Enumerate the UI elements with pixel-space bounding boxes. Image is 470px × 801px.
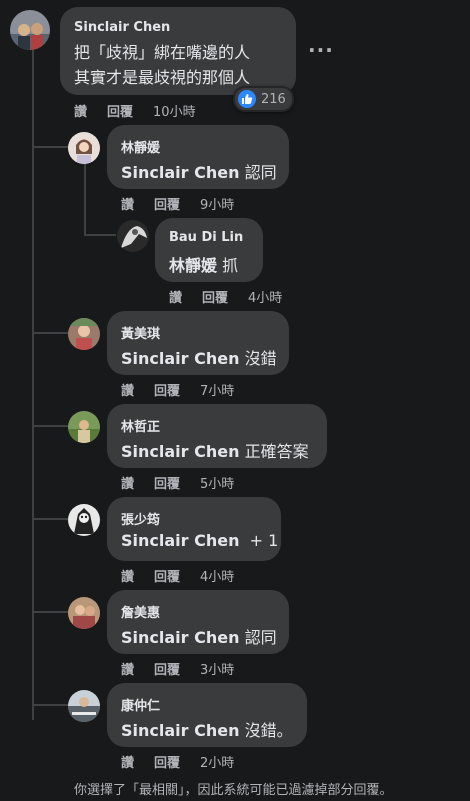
thread-connector: [32, 611, 68, 613]
reply-button[interactable]: 回覆: [154, 477, 180, 492]
reply-actions: 讚 回覆 2小時: [121, 752, 254, 771]
mention-tag[interactable]: 林靜媛: [169, 256, 217, 275]
thread-connector: [32, 704, 68, 706]
thread-line-main: [32, 50, 34, 720]
mention-tag[interactable]: Sinclair Chen: [121, 349, 239, 368]
reply-actions: 讚 回覆 3小時: [121, 659, 254, 678]
avatar[interactable]: [68, 504, 100, 536]
thread-connector-nested: [84, 234, 116, 236]
thread-connector: [32, 146, 68, 148]
thread-line-nested: [84, 164, 86, 236]
reply-text: Sinclair Chen 正確答案: [121, 438, 309, 462]
timestamp[interactable]: 7小時: [200, 384, 234, 399]
mention-tag[interactable]: Sinclair Chen: [121, 721, 239, 740]
avatar[interactable]: [68, 318, 100, 350]
reply-body: 沒錯。: [239, 721, 293, 740]
like-reaction-icon: [238, 90, 256, 108]
reply-button[interactable]: 回覆: [154, 570, 180, 585]
avatar[interactable]: [68, 411, 100, 443]
thread-connector: [32, 518, 68, 520]
reply-author[interactable]: 黃美琪: [121, 323, 160, 342]
reply-body: 正確答案: [239, 442, 309, 461]
reply-actions: 讚 回覆 9小時: [121, 194, 254, 213]
like-button[interactable]: 讚: [121, 663, 134, 678]
timestamp[interactable]: 10小時: [153, 105, 196, 120]
thread-connector: [32, 332, 68, 334]
mention-tag[interactable]: Sinclair Chen: [121, 442, 239, 461]
reply-text: Sinclair Chen 認同: [121, 159, 277, 183]
reply-button[interactable]: 回覆: [154, 198, 180, 213]
reply-text: Sinclair Chen 認同: [121, 624, 277, 648]
reaction-count-badge[interactable]: 216: [233, 86, 294, 112]
reply-button[interactable]: 回覆: [154, 756, 180, 771]
reply-author[interactable]: 詹美惠: [121, 602, 160, 621]
avatar[interactable]: [68, 132, 100, 164]
timestamp[interactable]: 4小時: [200, 570, 234, 585]
reply-actions: 讚 回覆 7小時: [121, 380, 254, 399]
timestamp[interactable]: 2小時: [200, 756, 234, 771]
reply-button[interactable]: 回覆: [154, 663, 180, 678]
reply-body: + 1: [239, 531, 279, 550]
thread-connector: [32, 425, 68, 427]
like-button[interactable]: 讚: [121, 198, 134, 213]
reply-actions: 讚 回覆 5小時: [121, 473, 254, 492]
reply-author[interactable]: 康仲仁: [121, 695, 160, 714]
reply-actions: 讚 回覆 4小時: [169, 287, 302, 306]
reply-button[interactable]: 回覆: [107, 105, 133, 120]
reply-text: Sinclair Chen 沒錯。: [121, 717, 293, 741]
reply-text: Sinclair Chen + 1: [121, 531, 278, 550]
like-button[interactable]: 讚: [121, 570, 134, 585]
reply-body: 抓: [217, 256, 239, 275]
reply-author[interactable]: 張少筠: [121, 509, 160, 528]
reply-author[interactable]: Bau Di Lin: [169, 230, 243, 245]
comment-text-line2: 其實才是最歧視的那個人: [74, 68, 251, 87]
reply-author[interactable]: 林哲正: [121, 416, 160, 435]
comment-author[interactable]: Sinclair Chen: [74, 20, 170, 35]
mention-tag[interactable]: Sinclair Chen: [121, 628, 239, 647]
like-button[interactable]: 讚: [121, 477, 134, 492]
reply-button[interactable]: 回覆: [154, 384, 180, 399]
comment-actions: 讚 回覆 10小時: [74, 101, 216, 120]
reply-author[interactable]: 林靜媛: [121, 137, 160, 156]
like-button[interactable]: 讚: [74, 105, 87, 120]
reaction-count: 216: [261, 91, 286, 107]
reply-text: Sinclair Chen 沒錯: [121, 345, 277, 369]
mention-tag[interactable]: Sinclair Chen: [121, 531, 239, 550]
reply-bubble: [107, 497, 281, 561]
like-button[interactable]: 讚: [121, 384, 134, 399]
avatar[interactable]: [68, 597, 100, 629]
avatar[interactable]: [10, 10, 50, 50]
timestamp[interactable]: 5小時: [200, 477, 234, 492]
timestamp[interactable]: 3小時: [200, 663, 234, 678]
filter-notice: 你選擇了「最相關」，因此系統可能已過濾掉部分回覆。: [74, 783, 393, 798]
reply-body: 認同: [239, 163, 277, 182]
reply-button[interactable]: 回覆: [202, 291, 228, 306]
more-options-icon[interactable]: ···: [308, 38, 334, 62]
like-button[interactable]: 讚: [121, 756, 134, 771]
timestamp[interactable]: 9小時: [200, 198, 234, 213]
avatar[interactable]: [68, 690, 100, 722]
reply-body: 沒錯: [239, 349, 277, 368]
avatar[interactable]: [117, 220, 149, 252]
reply-text: 林靜媛 抓: [169, 252, 238, 276]
reply-actions: 讚 回覆 4小時: [121, 566, 254, 585]
reply-body: 認同: [239, 628, 277, 647]
timestamp[interactable]: 4小時: [248, 291, 282, 306]
mention-tag[interactable]: Sinclair Chen: [121, 163, 239, 182]
like-button[interactable]: 讚: [169, 291, 182, 306]
comment-text-line1: 把「歧視」綁在嘴邊的人: [74, 43, 251, 62]
